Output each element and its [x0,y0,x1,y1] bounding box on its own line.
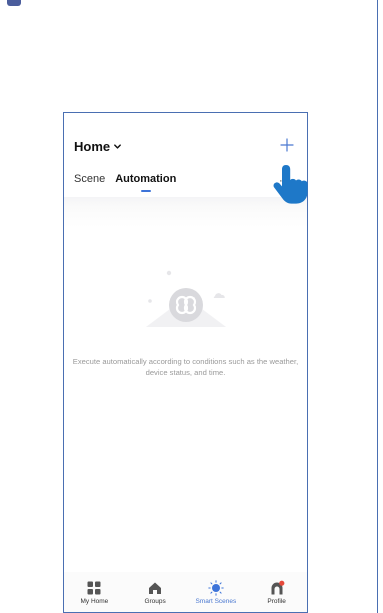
home-selector[interactable]: Home [74,139,122,154]
tabbar-my-home[interactable]: My Home [65,580,123,605]
automation-empty-state: Execute automatically according to condi… [64,197,307,571]
empty-state-message: Execute automatically according to condi… [72,357,299,377]
frame-divider [377,0,378,613]
tab-scene[interactable]: Scene [74,173,105,185]
house-icon [149,582,162,594]
tabbar-groups[interactable]: Groups [126,580,184,605]
bottom-tab-bar: My Home Groups Smart Scenes Profile [64,572,307,612]
tabbar-profile-label: Profile [267,597,286,605]
tab-bar-top: Scene Automation [74,173,177,192]
tab-automation-label: Automation [115,173,177,185]
tab-automation[interactable]: Automation [115,173,177,192]
screen: Home Scene Automation ··· [0,0,383,613]
grid-icon [87,581,101,594]
plus-icon[interactable] [279,137,295,153]
chevron-down-icon [114,144,122,149]
tab-scene-label: Scene [74,173,106,185]
pointing-hand-icon [273,165,308,204]
tabbar-smart-scenes[interactable]: Smart Scenes [187,579,245,605]
tabbar-my-home-label: My Home [80,597,109,605]
corner-badge [7,0,21,6]
home-title: Home [74,139,111,154]
sun-icon [208,579,224,596]
automation-loop-icon [146,270,226,327]
tabbar-profile[interactable]: Profile [248,580,306,605]
tabbar-groups-label: Groups [144,597,166,605]
active-tab-indicator [140,190,151,192]
profile-icon [271,580,285,594]
tabbar-smart-scenes-label: Smart Scenes [195,597,237,605]
